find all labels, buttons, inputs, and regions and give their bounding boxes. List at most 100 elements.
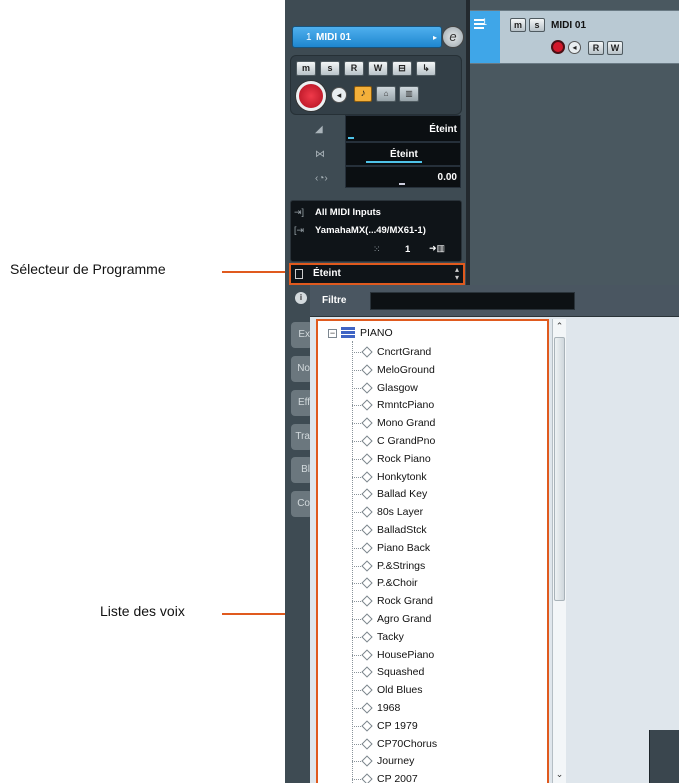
output-routing[interactable]: YamahaMX(...49/MX61-1) <box>315 225 426 236</box>
program-value: Éteint <box>313 268 341 279</box>
record-enable-button[interactable] <box>296 81 326 111</box>
scroll-up-icon[interactable]: ⌃ <box>553 319 566 333</box>
voice-label: Journey <box>377 755 415 768</box>
input-routing[interactable]: All MIDI Inputs <box>315 207 381 218</box>
track-selection-strip[interactable]: 1 <box>470 11 500 63</box>
mixer-strip-edge <box>649 730 679 783</box>
inspector-track-number: 1 <box>306 32 312 43</box>
write-button[interactable]: W <box>368 61 388 76</box>
output-icon: [⇥ <box>294 225 305 235</box>
voice-item[interactable]: Old Blues <box>352 682 532 700</box>
voice-item[interactable]: Mono Grand <box>352 415 532 433</box>
voice-diamond-icon <box>361 346 373 358</box>
voice-item[interactable]: P.&Choir <box>352 575 532 593</box>
voice-label: Ballad Key <box>377 488 428 501</box>
voice-item[interactable]: 1968 <box>352 700 532 718</box>
voice-item[interactable]: Glasgow <box>352 380 532 398</box>
edit-instrument-button[interactable]: e <box>442 26 464 48</box>
routing-icon[interactable]: ↳ <box>416 61 436 76</box>
tree-branch <box>352 672 361 674</box>
mute-button[interactable]: m <box>296 61 316 76</box>
voice-item[interactable]: Journey <box>352 753 532 771</box>
voice-item[interactable]: Rock Grand <box>352 593 532 611</box>
midi-channel[interactable]: 1 <box>405 244 410 255</box>
voice-diamond-icon <box>361 577 373 590</box>
voice-label: Rock Piano <box>377 452 431 465</box>
voice-item[interactable]: 80s Layer <box>352 504 532 522</box>
tree-branch <box>352 441 361 442</box>
voice-diamond-icon <box>361 417 373 429</box>
inspector-track-name: MIDI 01 <box>316 32 352 43</box>
pan-field[interactable]: Éteint <box>345 142 461 166</box>
tree-branch <box>352 601 361 603</box>
voice-label: P.&Choir <box>377 577 418 590</box>
tree-branch <box>352 565 361 567</box>
delay-field[interactable]: 0.00 <box>345 166 461 188</box>
voice-diamond-icon <box>361 435 373 447</box>
tree-branch <box>352 530 361 531</box>
voice-item[interactable]: BalladStck <box>352 522 532 540</box>
voice-label: MeloGround <box>377 363 435 376</box>
collapse-icon[interactable]: − <box>328 329 337 338</box>
tree-branch <box>352 423 361 425</box>
voice-item[interactable]: Tacky <box>352 629 532 647</box>
track-monitor-button[interactable]: ◂ <box>568 41 581 54</box>
voice-item[interactable]: CP 2007 <box>352 771 532 783</box>
voice-item[interactable]: CP 1979 <box>352 718 532 736</box>
voice-item[interactable]: Agro Grand <box>352 611 532 629</box>
delay-value: 0.00 <box>437 172 457 183</box>
voice-label: Mono Grand <box>377 417 436 430</box>
filter-input[interactable] <box>370 292 575 310</box>
voice-item[interactable]: Rock Piano <box>352 451 532 469</box>
voice-list-scrollbar[interactable]: ⌃ ⌄ <box>552 319 566 783</box>
info-icon[interactable]: i <box>295 292 307 304</box>
tree-branch <box>352 779 361 781</box>
voice-item[interactable]: Honkytonk <box>352 469 532 487</box>
monitor-button[interactable]: ◂ <box>331 87 347 103</box>
voice-item[interactable]: MeloGround <box>352 362 532 380</box>
track-record-button[interactable] <box>551 40 565 54</box>
output-channel-icon[interactable]: ➜▥ <box>429 243 445 254</box>
voice-item[interactable]: Piano Back <box>352 540 532 558</box>
tree-branch <box>352 352 361 353</box>
volume-field[interactable]: Éteint <box>345 115 461 142</box>
voice-diamond-icon <box>361 684 373 696</box>
spinner-icon[interactable]: ▴ ▾ <box>455 266 459 282</box>
voice-label: Tacky <box>377 630 404 643</box>
track-solo-button[interactable]: s <box>529 18 545 32</box>
voice-label: P.&Strings <box>377 559 426 572</box>
volume-value: Éteint <box>429 124 457 135</box>
voice-label: Honkytonk <box>377 470 427 483</box>
tree-branch <box>352 476 361 478</box>
voice-item[interactable]: C GrandPno <box>352 433 532 451</box>
voice-item[interactable]: RmntcPiano <box>352 397 532 415</box>
scroll-down-icon[interactable]: ⌄ <box>553 767 566 781</box>
tree-branch <box>352 690 361 692</box>
track-name-field[interactable]: 1 MIDI 01 ▸ <box>292 26 442 48</box>
voice-item[interactable]: P.&Strings <box>352 558 532 576</box>
voice-item[interactable]: CncrtGrand <box>352 344 532 362</box>
scroll-thumb[interactable] <box>554 337 565 601</box>
voice-label: HousePiano <box>377 648 435 661</box>
track-write-button[interactable]: W <box>607 41 623 55</box>
voice-item[interactable]: HousePiano <box>352 647 532 665</box>
solo-button[interactable]: s <box>320 61 340 76</box>
editor-icon[interactable]: ⊟ <box>392 61 412 76</box>
program-selector[interactable]: Éteint ▴ ▾ <box>289 263 465 285</box>
read-button[interactable]: R <box>344 61 364 76</box>
track-read-button[interactable]: R <box>588 41 604 55</box>
tree-branch <box>352 547 361 549</box>
voice-item[interactable]: CP70Chorus <box>352 736 532 754</box>
track-row[interactable]: 1 m s MIDI 01 ◂ R W <box>470 10 679 64</box>
note-icon[interactable]: ♪ <box>354 86 372 102</box>
tree-branch <box>352 387 361 389</box>
voice-diamond-icon <box>361 631 373 643</box>
voice-label: Agro Grand <box>377 613 432 625</box>
lock-icon[interactable]: ⌂ <box>376 86 396 102</box>
tree-branch <box>352 743 361 745</box>
tree-branch <box>352 725 361 727</box>
voice-item[interactable]: Ballad Key <box>352 486 532 504</box>
track-mute-button[interactable]: m <box>510 18 526 32</box>
keyboard-icon[interactable]: ▥ <box>399 86 419 102</box>
voice-item[interactable]: Squashed <box>352 664 532 682</box>
